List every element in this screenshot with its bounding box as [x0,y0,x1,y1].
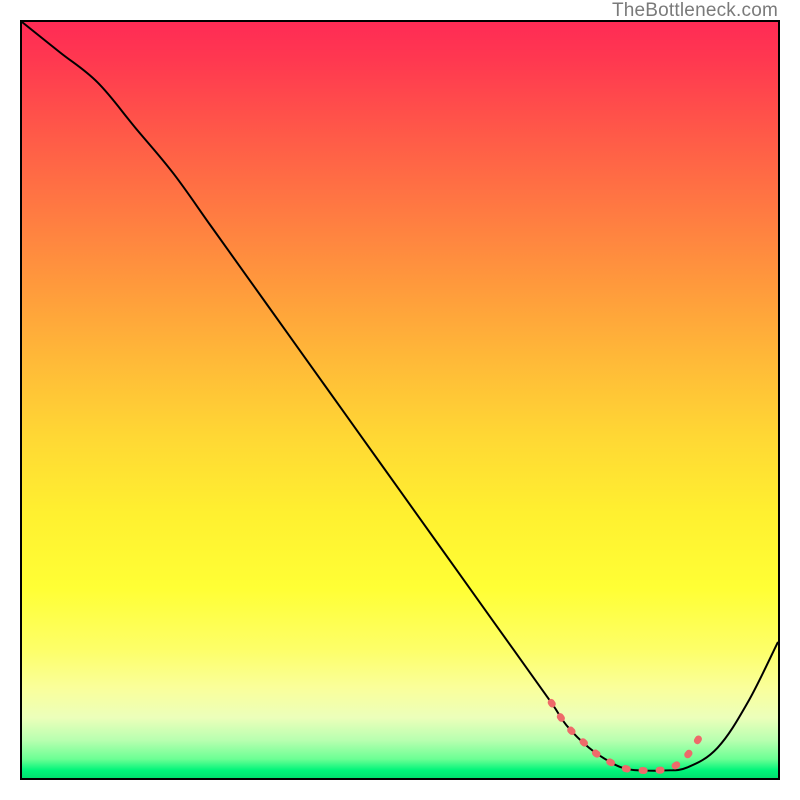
chart-container: TheBottleneck.com [0,0,800,800]
plot-area [20,20,780,780]
chart-svg [22,22,778,778]
watermark-text: TheBottleneck.com [612,0,778,22]
main-curve [22,22,778,771]
dotted-segment [551,702,702,770]
